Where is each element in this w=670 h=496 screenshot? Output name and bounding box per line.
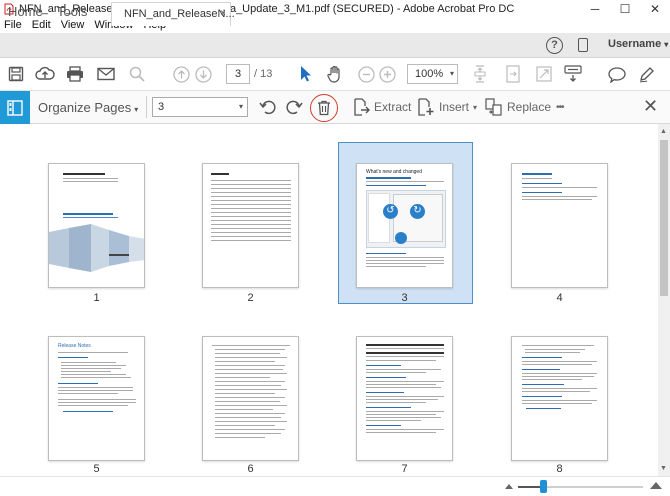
fit-page-icon[interactable] (470, 64, 490, 84)
chevron-down-icon: ▾ (473, 102, 478, 112)
divider (146, 96, 147, 118)
scrollbar-thumb[interactable] (660, 140, 668, 296)
trash-icon (318, 100, 330, 116)
username-label: Username (608, 38, 662, 50)
tab-document[interactable]: NFN_and_ReleaseN... × (111, 2, 235, 26)
chevron-down-icon: ▾ (238, 102, 243, 111)
page-total: / 13 (254, 68, 273, 80)
pen-icon[interactable] (637, 64, 657, 84)
menu-file[interactable]: File (4, 19, 22, 31)
large-thumbnails-icon[interactable] (650, 482, 662, 489)
zoom-in-icon[interactable] (377, 64, 397, 84)
upload-icon[interactable] (35, 64, 55, 84)
page-up-icon[interactable] (171, 64, 191, 84)
slider-handle[interactable] (540, 480, 547, 493)
tab-document-label: NFN_and_ReleaseN... (124, 8, 235, 20)
rotate-ccw-icon: ↺ (383, 204, 398, 219)
page-5-heading: Release Notes (58, 343, 91, 349)
page-number-label: 4 (556, 292, 563, 304)
insert-icon (418, 98, 434, 116)
replace-icon (485, 98, 502, 116)
page-number-label: 2 (247, 292, 254, 304)
more-options-button[interactable]: ••• (556, 97, 564, 117)
username-menu[interactable]: Username ▾ (608, 38, 668, 50)
rotate-cw-icon[interactable] (285, 97, 303, 117)
scroll-down-arrow[interactable]: ▼ (660, 465, 667, 472)
rotate-ccw-icon[interactable] (259, 97, 277, 117)
keyboard-icon[interactable] (563, 64, 583, 84)
full-screen-icon[interactable] (534, 64, 554, 84)
hand-icon[interactable] (325, 64, 345, 84)
replace-label: Replace (507, 100, 552, 114)
zoom-out-icon[interactable] (356, 64, 376, 84)
page-number-label: 3 (401, 292, 408, 304)
maximize-button[interactable]: ☐ (610, 0, 640, 17)
page-thumbnail-4[interactable] (511, 163, 608, 288)
page-range-select[interactable]: 3 ▾ (152, 97, 248, 117)
tab-tools[interactable]: Tools (57, 4, 87, 19)
tab-home[interactable]: Home (8, 4, 43, 19)
insert-button[interactable]: Insert ▾ (417, 97, 477, 117)
menu-bar: File Edit View Window Help (0, 17, 670, 33)
mail-icon[interactable] (96, 64, 116, 84)
menu-view[interactable]: View (61, 19, 85, 31)
rotate-cw-icon: ↻ (410, 204, 425, 219)
page-thumbnail-8[interactable] (511, 336, 608, 461)
page-number-label: 5 (93, 463, 100, 475)
page-number-input[interactable]: 3 (226, 64, 250, 84)
page-number-label: 6 (247, 463, 254, 475)
page-thumbnail-6[interactable] (202, 336, 299, 461)
tab-bar (0, 33, 670, 58)
insert-label: Insert (439, 100, 470, 114)
extract-button[interactable]: Extract (352, 97, 411, 117)
close-organize-button[interactable]: ✕ (643, 96, 658, 117)
select-cursor-icon[interactable] (295, 64, 315, 84)
print-icon[interactable] (65, 64, 85, 84)
delete-pages-button[interactable] (310, 94, 338, 122)
trash-icon (395, 232, 407, 244)
page-number-label: 7 (401, 463, 408, 475)
scroll-up-arrow[interactable]: ▲ (660, 128, 667, 135)
page-number-label: 8 (556, 463, 563, 475)
mobile-link-icon[interactable] (578, 38, 588, 52)
replace-button[interactable]: Replace (485, 97, 551, 117)
page-3-heading: What's new and changed (366, 169, 422, 175)
save-icon[interactable] (6, 64, 26, 84)
search-icon[interactable] (127, 64, 147, 84)
page-down-icon[interactable] (193, 64, 213, 84)
close-tab-icon[interactable]: × (220, 8, 226, 19)
extract-icon (354, 98, 370, 116)
organize-pages-title: Organize Pages (38, 100, 132, 115)
zoom-select[interactable]: 100% ▾ (407, 64, 458, 84)
organize-pages-menu[interactable]: Organize Pages ▾ (38, 100, 138, 115)
fit-width-icon[interactable] (503, 64, 523, 84)
page-thumbnail-2[interactable] (202, 163, 299, 288)
chevron-down-icon: ▾ (664, 40, 669, 49)
page-thumbnail-7[interactable] (356, 336, 453, 461)
comment-icon[interactable] (607, 64, 627, 84)
extract-label: Extract (374, 100, 412, 114)
minimize-button[interactable]: ─ (580, 0, 610, 17)
chevron-down-icon: ▾ (449, 69, 454, 78)
page-thumbnail-1[interactable] (48, 163, 145, 288)
page-number-label: 1 (93, 292, 100, 304)
cover-graphic (49, 224, 144, 272)
small-thumbnails-icon[interactable] (505, 484, 513, 489)
page-thumbnail-5[interactable]: Release Notes (48, 336, 145, 461)
title-bar: NFN_and_ReleaseNotes_Acrobat_DC_Beta_Upd… (0, 0, 670, 17)
window-title: NFN_and_ReleaseNotes_Acrobat_DC_Beta_Upd… (19, 2, 515, 15)
help-icon[interactable]: ? (546, 37, 563, 54)
page-thumbnail-3[interactable]: What's new and changed ↺ ↻ (356, 163, 453, 288)
close-window-button[interactable]: ✕ (640, 0, 670, 17)
organize-pages-icon[interactable] (0, 91, 30, 124)
zoom-value: 100% (415, 68, 444, 80)
chevron-down-icon: ▾ (134, 105, 139, 114)
page-range-value: 3 (158, 101, 165, 113)
menu-edit[interactable]: Edit (32, 19, 51, 31)
